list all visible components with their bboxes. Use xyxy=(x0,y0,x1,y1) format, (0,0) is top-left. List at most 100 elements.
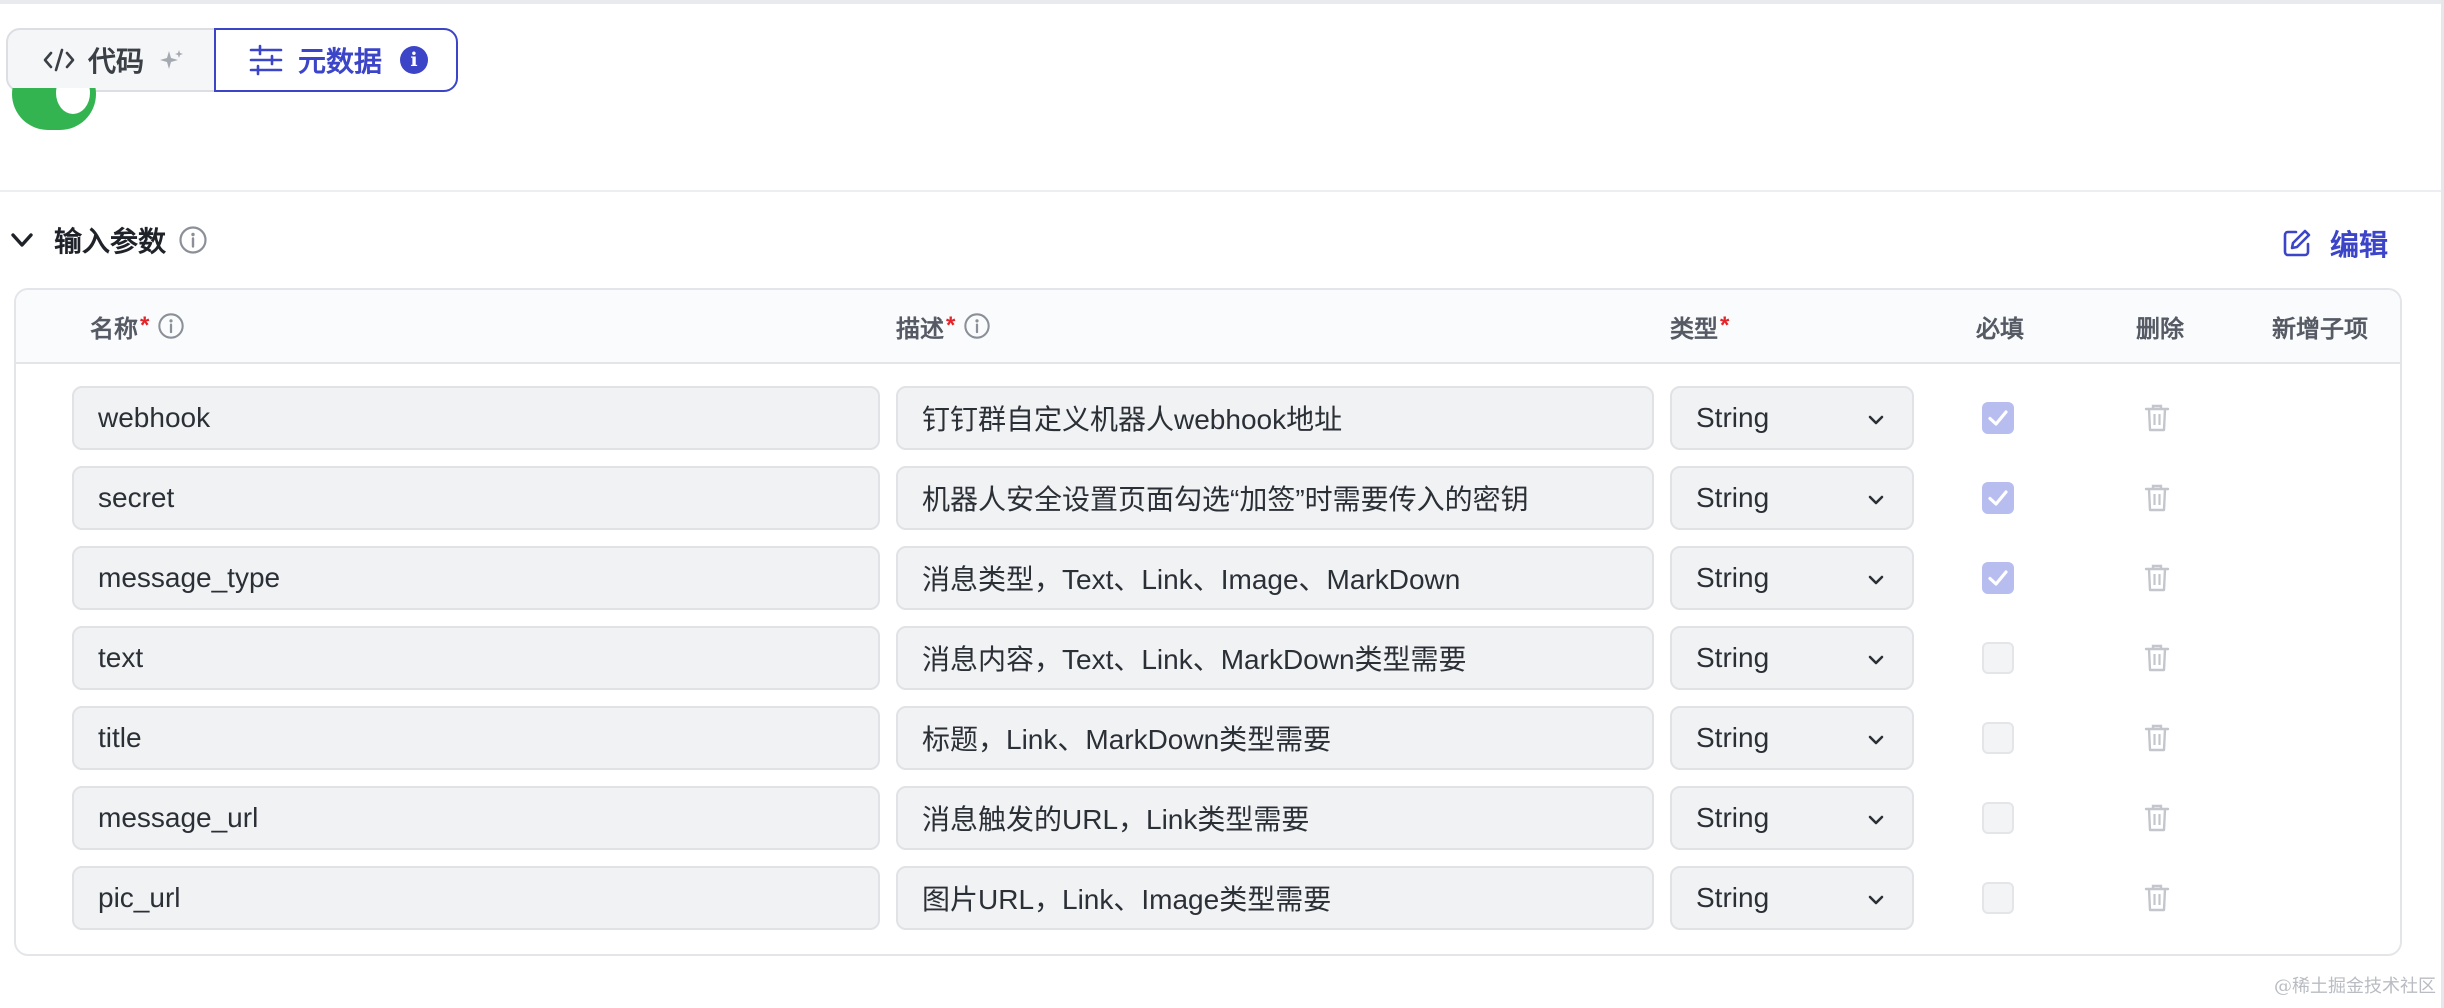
chevron-down-icon xyxy=(1868,575,1884,585)
param-name-value: title xyxy=(98,722,142,753)
table-row: webhook 钉钉群自定义机器人webhook地址 String xyxy=(16,386,2400,452)
param-desc-value: 标题，Link、MarkDown类型需要 xyxy=(922,724,1332,755)
info-icon[interactable] xyxy=(963,312,991,340)
required-checkbox[interactable] xyxy=(1982,722,2014,754)
trash-icon[interactable] xyxy=(2143,643,2171,673)
param-desc-input[interactable]: 图片URL，Link、Image类型需要 xyxy=(896,866,1654,930)
chevron-down-icon xyxy=(1868,655,1884,665)
chevron-down-icon xyxy=(1868,495,1884,505)
trash-icon[interactable] xyxy=(2143,483,2171,513)
required-checkbox[interactable] xyxy=(1982,802,2014,834)
header-name: 名称 * xyxy=(90,290,185,362)
header-required-label: 必填 xyxy=(1976,315,2024,343)
param-desc-input[interactable]: 消息内容，Text、Link、MarkDown类型需要 xyxy=(896,626,1654,690)
param-type-select[interactable]: String xyxy=(1670,866,1914,930)
param-name-input[interactable]: webhook xyxy=(72,386,880,450)
param-type-value: String xyxy=(1696,882,1770,913)
required-mark: * xyxy=(946,312,956,339)
trash-icon[interactable] xyxy=(2143,883,2171,913)
trash-icon[interactable] xyxy=(2143,803,2171,833)
required-checkbox[interactable] xyxy=(1982,642,2014,674)
table-row: pic_url 图片URL，Link、Image类型需要 String xyxy=(16,866,2400,932)
param-desc-value: 图片URL，Link、Image类型需要 xyxy=(922,884,1332,915)
enable-toggle[interactable] xyxy=(12,88,96,140)
param-type-value: String xyxy=(1696,562,1770,593)
param-desc-input[interactable]: 机器人安全设置页面勾选“加签”时需要传入的密钥 xyxy=(896,466,1654,530)
tab-code-label: 代码 xyxy=(88,46,145,77)
param-name-value: text xyxy=(98,642,144,673)
param-name-value: message_url xyxy=(98,802,259,833)
table-row: title 标题，Link、MarkDown类型需要 String xyxy=(16,706,2400,772)
section-divider xyxy=(0,190,2441,192)
table-row: secret 机器人安全设置页面勾选“加签”时需要传入的密钥 String xyxy=(16,466,2400,532)
edit-button[interactable]: 编辑 xyxy=(2282,222,2388,264)
header-add-child: 新增子项 xyxy=(2272,290,2368,362)
param-desc-value: 消息触发的URL，Link类型需要 xyxy=(922,804,1310,835)
param-name-input[interactable]: message_type xyxy=(72,546,880,610)
chevron-down-icon xyxy=(1868,895,1884,905)
required-mark: * xyxy=(140,312,150,339)
param-name-input[interactable]: title xyxy=(72,706,880,770)
chevron-down-icon xyxy=(1868,735,1884,745)
param-type-select[interactable]: String xyxy=(1670,466,1914,530)
watermark: @稀土掘金技术社区 xyxy=(2274,976,2436,997)
required-checkbox[interactable] xyxy=(1982,482,2014,514)
param-desc-value: 消息内容，Text、Link、MarkDown类型需要 xyxy=(922,644,1467,675)
param-name-value: secret xyxy=(98,482,175,513)
param-type-value: String xyxy=(1696,402,1770,433)
chevron-down-icon xyxy=(1868,815,1884,825)
param-desc-input[interactable]: 标题，Link、MarkDown类型需要 xyxy=(896,706,1654,770)
param-desc-value: 消息类型，Text、Link、Image、MarkDown xyxy=(922,564,1461,595)
table-row: message_type 消息类型，Text、Link、Image、MarkDow… xyxy=(16,546,2400,612)
param-type-value: String xyxy=(1696,802,1770,833)
param-name-input[interactable]: text xyxy=(72,626,880,690)
header-add-child-label: 新增子项 xyxy=(2272,315,2368,343)
tab-metadata-label: 元数据 xyxy=(298,46,383,77)
info-icon[interactable] xyxy=(178,225,208,255)
param-type-select[interactable]: String xyxy=(1670,626,1914,690)
tab-bar: 代码 元数据 i xyxy=(6,28,458,92)
param-desc-value: 机器人安全设置页面勾选“加签”时需要传入的密钥 xyxy=(922,484,1529,515)
sparkle-icon xyxy=(160,50,184,69)
table-row: text 消息内容，Text、Link、MarkDown类型需要 String xyxy=(16,626,2400,692)
param-desc-input[interactable]: 消息类型，Text、Link、Image、MarkDown xyxy=(896,546,1654,610)
required-mark: * xyxy=(1720,312,1730,339)
chevron-down-icon[interactable] xyxy=(8,226,36,254)
header-type: 类型 * xyxy=(1670,290,1729,362)
check-icon xyxy=(1988,570,2008,586)
param-name-input[interactable]: secret xyxy=(72,466,880,530)
header-desc: 描述 * xyxy=(896,290,991,362)
param-desc-value: 钉钉群自定义机器人webhook地址 xyxy=(922,404,1343,435)
input-params-header[interactable]: 输入参数 xyxy=(8,222,208,258)
trash-icon[interactable] xyxy=(2143,723,2171,753)
param-desc-input[interactable]: 消息触发的URL，Link类型需要 xyxy=(896,786,1654,850)
trash-icon[interactable] xyxy=(2143,563,2171,593)
required-checkbox[interactable] xyxy=(1982,562,2014,594)
section-title: 输入参数 xyxy=(54,226,167,257)
param-name-input[interactable]: message_url xyxy=(72,786,880,850)
info-badge-icon: i xyxy=(400,46,429,74)
param-type-select[interactable]: String xyxy=(1670,386,1914,450)
param-type-value: String xyxy=(1696,642,1770,673)
table-header: 名称 * 描述 * 类型 * 必填 删除 新增子项 xyxy=(16,290,2400,364)
header-desc-label: 描述 xyxy=(896,315,944,343)
top-border xyxy=(0,0,2444,4)
info-icon[interactable] xyxy=(157,312,185,340)
header-delete-label: 删除 xyxy=(2136,315,2184,343)
page: 代码 元数据 i 输入参数 编辑 名称 * 描述 * 类型 * 必填 删除 新增… xyxy=(0,0,2444,1008)
table-row: message_url 消息触发的URL，Link类型需要 String xyxy=(16,786,2400,852)
check-icon xyxy=(1988,490,2008,506)
param-type-select[interactable]: String xyxy=(1670,546,1914,610)
param-type-select[interactable]: String xyxy=(1670,706,1914,770)
tab-code[interactable]: 代码 xyxy=(6,28,216,92)
trash-icon[interactable] xyxy=(2143,403,2171,433)
param-desc-input[interactable]: 钉钉群自定义机器人webhook地址 xyxy=(896,386,1654,450)
param-type-select[interactable]: String xyxy=(1670,786,1914,850)
tab-metadata[interactable]: 元数据 i xyxy=(214,28,458,92)
check-icon xyxy=(1988,410,2008,426)
required-checkbox[interactable] xyxy=(1982,882,2014,914)
param-name-input[interactable]: pic_url xyxy=(72,866,880,930)
param-type-value: String xyxy=(1696,482,1770,513)
required-checkbox[interactable] xyxy=(1982,402,2014,434)
chevron-down-icon xyxy=(1868,415,1884,425)
